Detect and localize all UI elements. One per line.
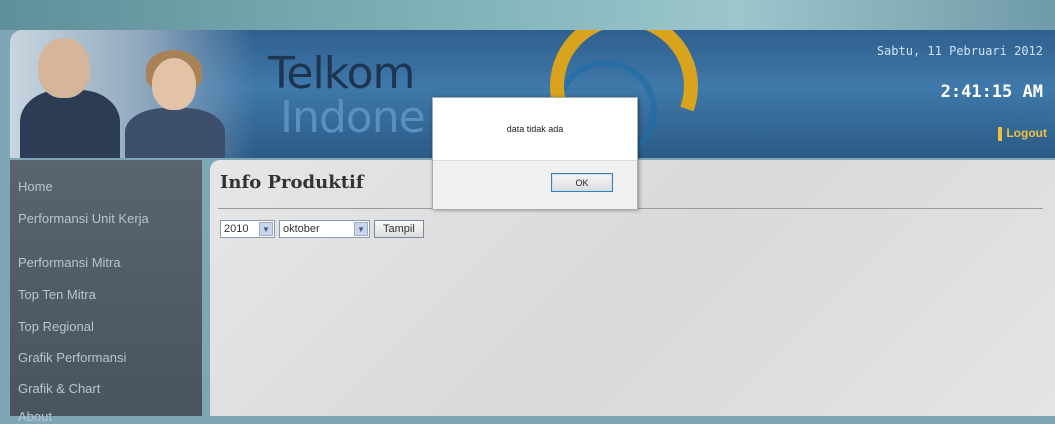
sidebar-item-grafik-chart[interactable]: Grafik & Chart	[10, 382, 198, 396]
sidebar-item-about[interactable]: About	[10, 410, 198, 424]
sidebar-item-home[interactable]: Home	[10, 180, 198, 194]
sidebar-item-top-ten-mitra[interactable]: Top Ten Mitra	[10, 288, 198, 302]
sidebar-item-performansi-mitra[interactable]: Performansi Mitra	[10, 256, 198, 270]
alert-footer: OK	[433, 160, 637, 209]
month-select[interactable]: oktober ▼	[279, 220, 370, 238]
brand-name-line2: Indone	[280, 92, 426, 143]
chevron-down-icon: ▼	[354, 222, 368, 236]
sidebar-item-grafik-performansi[interactable]: Grafik Performansi	[10, 351, 198, 365]
ok-button[interactable]: OK	[551, 173, 613, 192]
banner-photo	[10, 30, 255, 158]
page-title: Info Produktif	[220, 172, 364, 193]
sidebar-item-performansi-unit-kerja[interactable]: Performansi Unit Kerja	[10, 212, 198, 226]
top-strip	[0, 0, 1055, 30]
logout-label: Logout	[1006, 126, 1047, 140]
filter-controls: 2010 ▼ oktober ▼ Tampil	[220, 220, 424, 238]
show-button[interactable]: Tampil	[374, 220, 424, 238]
sidebar-item-top-regional[interactable]: Top Regional	[10, 320, 198, 334]
year-select[interactable]: 2010 ▼	[220, 220, 275, 238]
month-select-value: oktober	[283, 223, 320, 235]
current-time: 2:41:15 AM	[940, 82, 1043, 102]
chevron-down-icon: ▼	[259, 222, 273, 236]
sidebar-nav: Home Performansi Unit Kerja Performansi …	[10, 160, 202, 424]
year-select-value: 2010	[224, 223, 249, 235]
alert-message: data tidak ada	[506, 124, 564, 134]
logout-link[interactable]: Logout	[998, 126, 1047, 141]
alert-dialog: data tidak ada OK	[432, 97, 638, 209]
logout-icon	[998, 126, 1003, 141]
current-date: Sabtu, 11 Pebruari 2012	[876, 44, 1043, 58]
